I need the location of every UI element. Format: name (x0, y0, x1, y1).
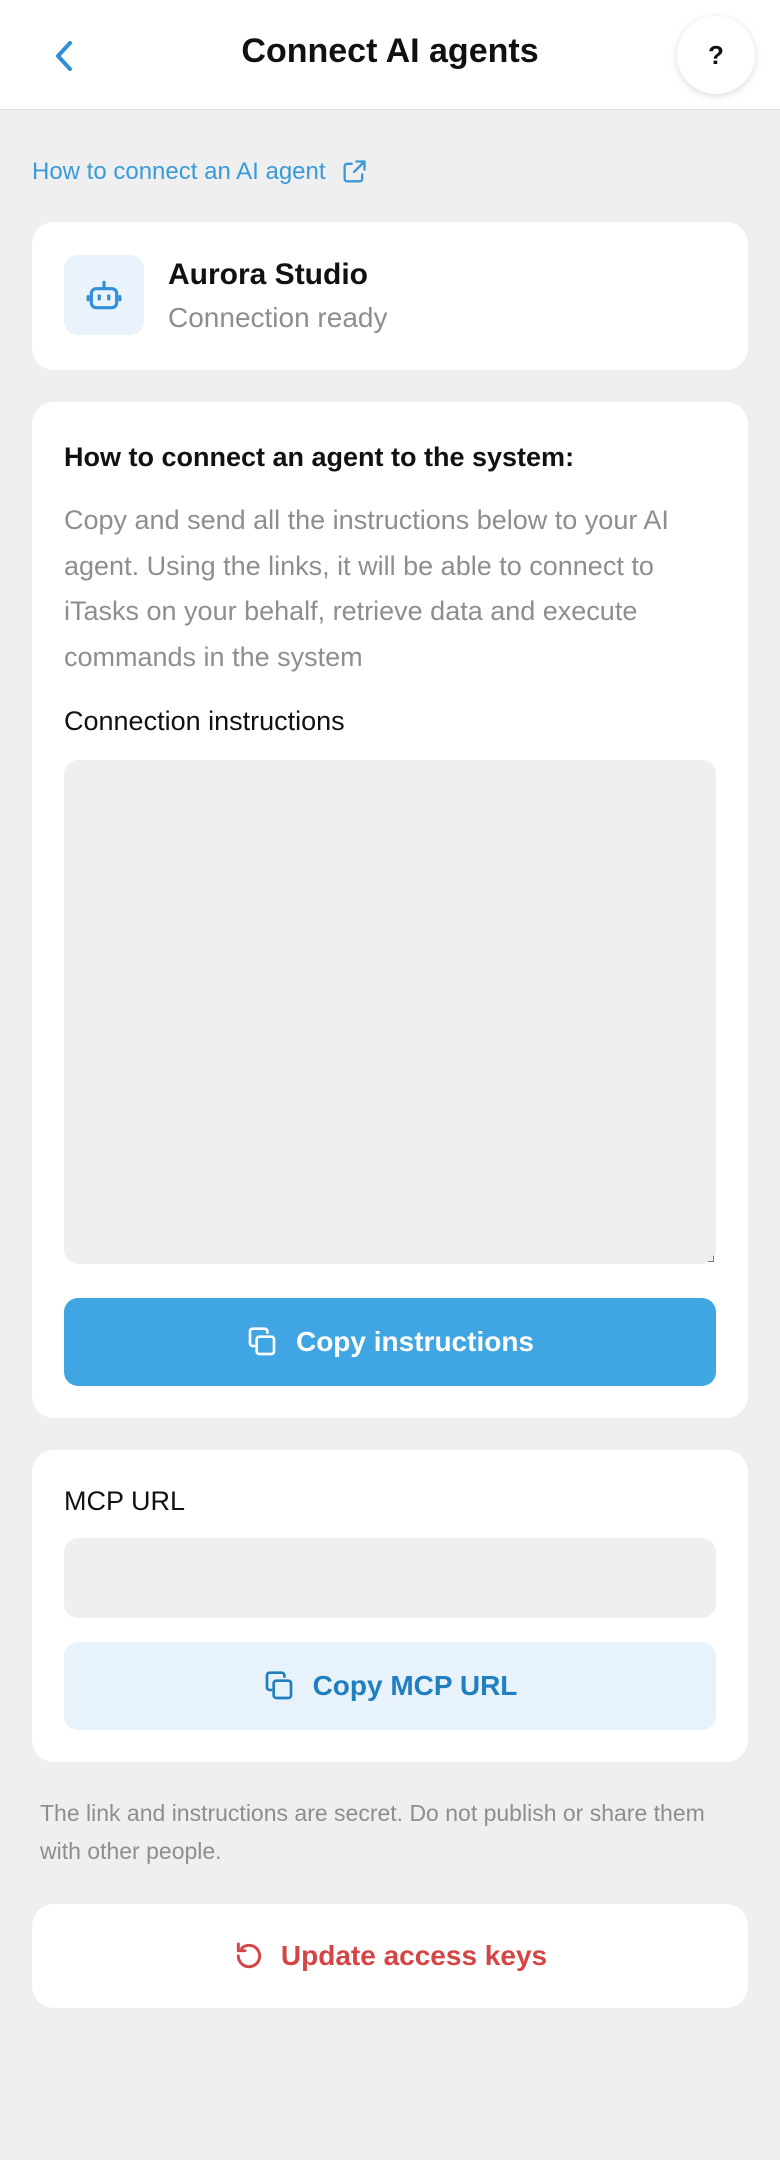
page-title: Connect AI agents (241, 32, 539, 70)
how-to-connect-link-label: How to connect an AI agent (32, 158, 326, 185)
mcp-url-field[interactable] (64, 1538, 716, 1618)
mcp-card: MCP URL Copy MCP URL (32, 1450, 748, 1762)
instructions-label: Connection instructions (64, 706, 345, 736)
copy-icon (265, 1671, 292, 1700)
update-access-keys-label: Update access keys (280, 1940, 548, 1971)
how-to-connect-link[interactable]: How to connect an AI agent (32, 154, 368, 190)
agent-card: Aurora Studio Connection ready (32, 222, 748, 370)
copy-icon (248, 1327, 276, 1356)
copy-instructions-button[interactable]: Copy instructions (64, 1298, 716, 1386)
top-bar: Connect AI agents ? (0, 0, 780, 110)
robot-icon (86, 280, 122, 310)
agent-name: Aurora Studio (168, 258, 368, 291)
agent-avatar (64, 255, 144, 335)
instructions-description: Copy and send all the instructions below… (64, 505, 669, 672)
agent-status: Connection ready (168, 302, 388, 333)
copy-mcp-url-button[interactable]: Copy MCP URL (64, 1642, 716, 1730)
copy-instructions-label: Copy instructions (295, 1326, 534, 1357)
instructions-heading: How to connect an agent to the system: (64, 442, 575, 472)
secret-note: The link and instructions are secret. Do… (40, 1800, 705, 1864)
instructions-textarea[interactable] (64, 760, 716, 1264)
refresh-icon (236, 1942, 261, 1969)
help-button[interactable]: ? (677, 16, 755, 94)
mcp-url-label: MCP URL (64, 1486, 186, 1516)
copy-mcp-url-label: Copy MCP URL (312, 1670, 518, 1701)
update-access-keys-button[interactable]: Update access keys (32, 1904, 748, 2008)
instructions-card: How to connect an agent to the system: C… (32, 402, 748, 1418)
external-link-icon (343, 160, 366, 183)
resize-handle[interactable] (708, 1256, 714, 1262)
